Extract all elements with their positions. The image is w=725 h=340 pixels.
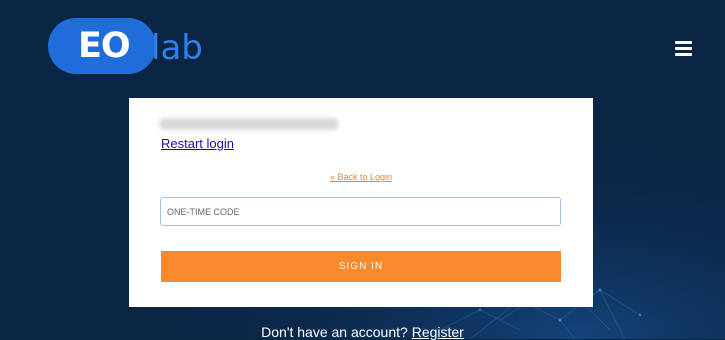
logo-eo-text: EO xyxy=(78,26,131,66)
no-account-text: Don't have an account? xyxy=(261,324,408,340)
sign-in-button[interactable]: SIGN IN xyxy=(161,251,561,282)
register-prompt: Don't have an account? Register xyxy=(0,324,725,340)
one-time-code-input[interactable] xyxy=(160,197,561,226)
masked-email xyxy=(159,118,339,130)
restart-login-link[interactable]: Restart login xyxy=(161,136,234,151)
logo-lab-text: lab xyxy=(151,28,203,68)
site-header: EO lab xyxy=(0,0,725,90)
eolab-logo[interactable]: EO lab xyxy=(48,16,228,76)
back-to-login-link[interactable]: « Back to Login xyxy=(129,172,593,182)
register-link[interactable]: Register xyxy=(412,324,464,340)
login-card: Restart login « Back to Login SIGN IN xyxy=(129,98,593,307)
hamburger-menu-icon[interactable] xyxy=(675,40,693,56)
